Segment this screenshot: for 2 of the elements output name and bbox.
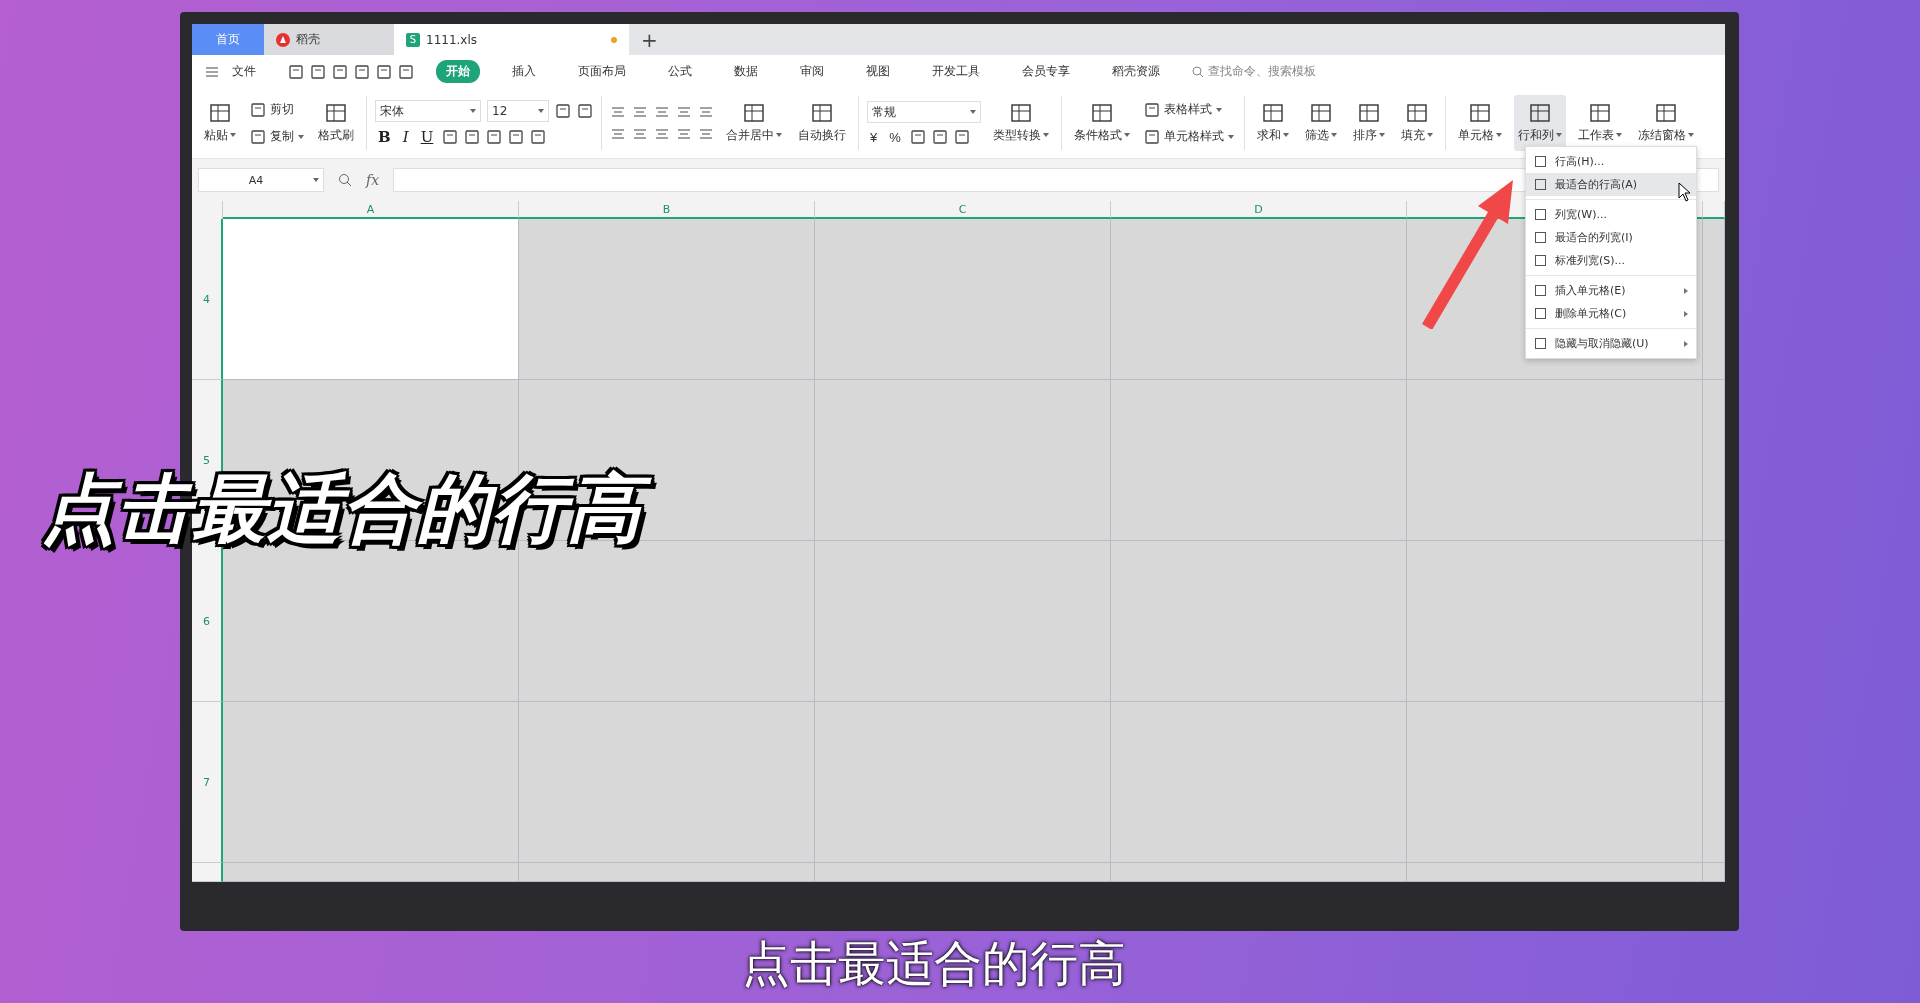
spreadsheet-icon: S (406, 32, 420, 47)
subtitle-text: 点击最适合的行高 (742, 934, 1126, 993)
